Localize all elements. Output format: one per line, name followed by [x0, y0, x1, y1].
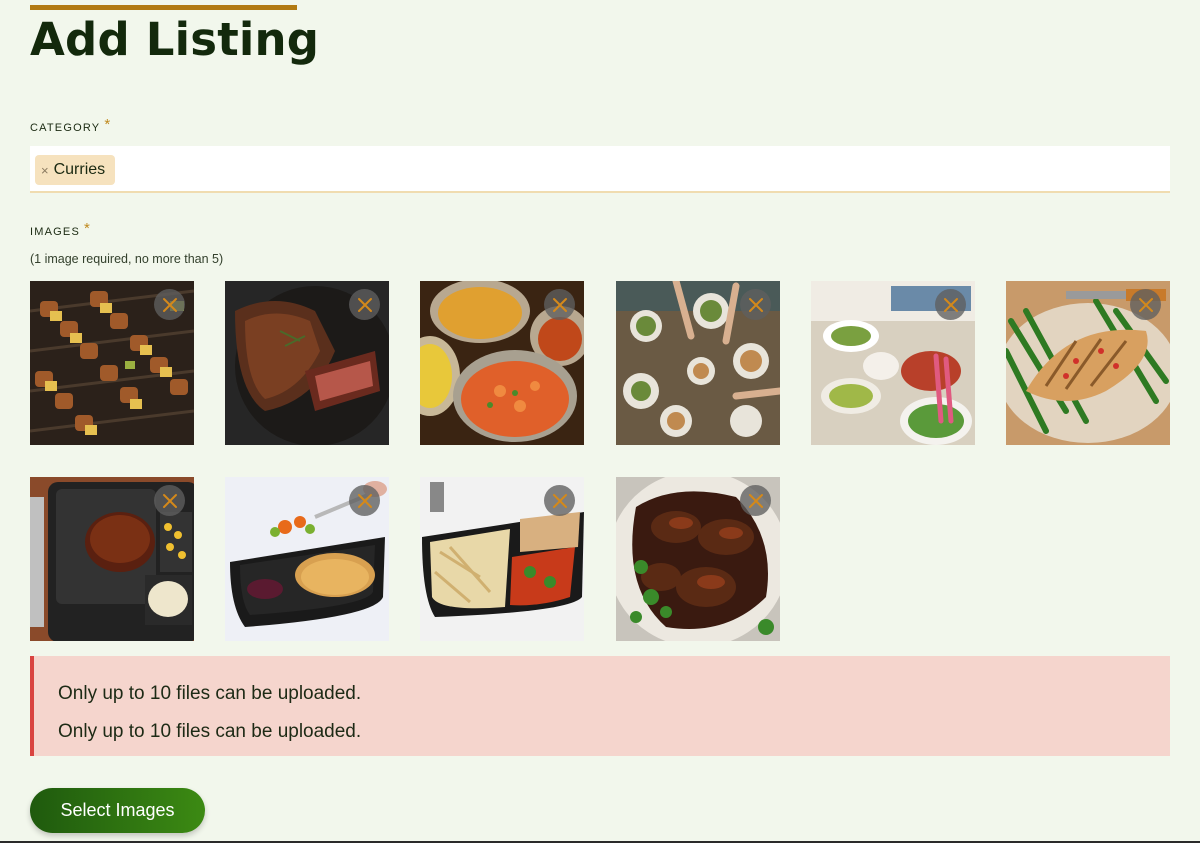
image-thumbnail: [420, 477, 584, 641]
close-icon: [162, 297, 177, 312]
select-images-button[interactable]: Select Images: [30, 788, 205, 833]
image-thumbnail: [225, 281, 389, 445]
page-header: Add Listing: [30, 5, 319, 66]
image-thumbnail: [1006, 281, 1170, 445]
image-thumbnail: [225, 477, 389, 641]
image-thumbnail: [616, 281, 780, 445]
image-thumbnail: [616, 477, 780, 641]
close-icon: [552, 297, 567, 312]
tag-remove-icon[interactable]: ×: [41, 163, 49, 178]
remove-image-button[interactable]: [544, 485, 575, 516]
close-icon: [357, 493, 372, 508]
close-icon: [748, 297, 763, 312]
remove-image-button[interactable]: [154, 289, 185, 320]
remove-image-button[interactable]: [1130, 289, 1161, 320]
error-message: Only up to 10 files can be uploaded.: [58, 721, 362, 742]
error-message: Only up to 10 files can be uploaded.: [58, 683, 362, 704]
page-title: Add Listing: [30, 13, 320, 66]
close-icon: [943, 297, 958, 312]
category-tag-curries: × Curries: [35, 155, 116, 185]
image-thumbnail: [420, 281, 584, 445]
remove-image-button[interactable]: [740, 289, 771, 320]
images-hint: (1 image required, no more than 5): [30, 252, 224, 266]
image-thumbnail: [811, 281, 975, 445]
images-label: IMAGES *: [30, 220, 92, 239]
image-thumbnail: [30, 477, 194, 641]
close-icon: [552, 493, 567, 508]
remove-image-button[interactable]: [349, 485, 380, 516]
category-tag-label: Curries: [53, 161, 106, 178]
required-mark: *: [104, 116, 112, 133]
remove-image-button[interactable]: [935, 289, 966, 320]
required-mark: *: [84, 220, 92, 237]
close-icon: [357, 297, 372, 312]
image-thumbnail: [30, 281, 194, 445]
close-icon: [162, 493, 177, 508]
category-label-text: CATEGORY: [30, 122, 101, 134]
category-label: CATEGORY *: [30, 116, 112, 135]
title-accent-bar: [30, 5, 297, 10]
error-alert: Only up to 10 files can be uploaded. Onl…: [30, 656, 1170, 756]
remove-image-button[interactable]: [154, 485, 185, 516]
category-select[interactable]: × Curries: [30, 146, 1170, 193]
remove-image-button[interactable]: [349, 289, 380, 320]
remove-image-button[interactable]: [544, 289, 575, 320]
remove-image-button[interactable]: [740, 485, 771, 516]
images-label-text: IMAGES: [30, 226, 80, 238]
close-icon: [1138, 297, 1153, 312]
close-icon: [748, 493, 763, 508]
